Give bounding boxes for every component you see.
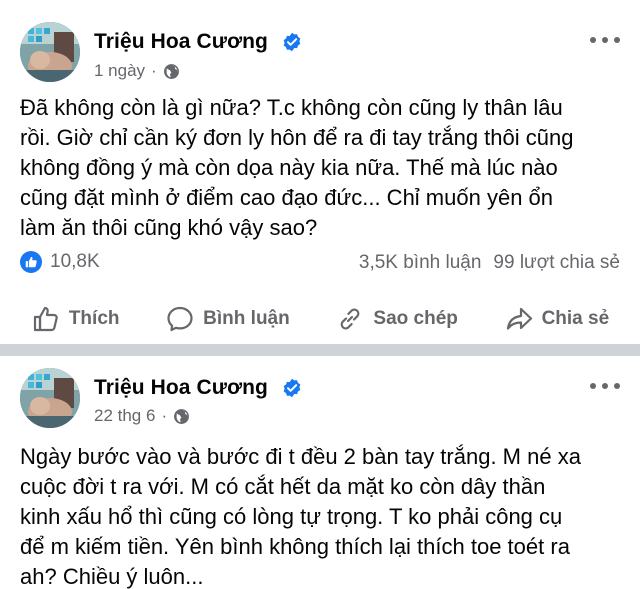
author-name[interactable]: Triệu Hoa Cương — [94, 30, 268, 54]
more-dot-icon — [614, 37, 620, 43]
post-time[interactable]: 1 ngày — [94, 61, 145, 81]
author-avatar[interactable] — [20, 22, 80, 82]
copy-link-button[interactable]: Sao chép — [335, 304, 458, 334]
post-text: Ngày bước vào và bước đi t đều 2 bàn tay… — [20, 444, 581, 589]
more-dot-icon — [590, 383, 596, 389]
post-text: Đã không còn là gì nữa? T.c không còn cũ… — [20, 95, 574, 240]
more-dot-icon — [602, 37, 608, 43]
author-avatar[interactable] — [20, 368, 80, 428]
more-dot-icon — [614, 383, 620, 389]
speech-bubble-icon — [167, 306, 193, 332]
share-label: Chia sẻ — [541, 308, 610, 329]
comment-count[interactable]: 3,5K bình luận — [359, 252, 482, 274]
post-meta: 1 ngày · — [94, 61, 180, 81]
thumbs-up-icon — [33, 306, 58, 332]
post-time[interactable]: 22 thg 6 — [94, 406, 155, 426]
verified-badge-icon — [283, 378, 301, 398]
like-reaction-icon — [20, 251, 42, 273]
copy-label: Sao chép — [373, 308, 458, 329]
more-dot-icon — [602, 383, 608, 389]
comment-label: Bình luận — [203, 308, 290, 329]
like-button[interactable]: Thích — [31, 304, 120, 334]
action-bar: Thích Bình luận Sao chép Chia sẻ — [0, 296, 640, 342]
share-arrow-icon — [506, 307, 532, 330]
link-icon — [341, 308, 360, 330]
post-card: Triệu Hoa Cương 22 thg 6 · Ngày bước vào… — [0, 356, 640, 589]
meta-separator: · — [161, 406, 168, 425]
post-stats: 3,5K bình luận 99 lượt chia sẻ — [359, 252, 620, 274]
verified-badge-icon — [283, 32, 301, 52]
reaction-count: 10,8K — [50, 251, 100, 272]
more-options-button[interactable] — [590, 381, 620, 391]
share-count[interactable]: 99 lượt chia sẻ — [493, 252, 620, 274]
globe-icon — [163, 63, 179, 79]
more-options-button[interactable] — [590, 35, 620, 45]
like-label: Thích — [68, 308, 120, 329]
more-dot-icon — [590, 37, 596, 43]
comment-button[interactable]: Bình luận — [165, 304, 290, 334]
author-name[interactable]: Triệu Hoa Cương — [94, 376, 268, 400]
post-card: Triệu Hoa Cương 1 ngày · Đã không còn là… — [0, 0, 640, 344]
post-separator — [0, 344, 640, 356]
reaction-summary[interactable]: 10,8K — [20, 251, 100, 273]
globe-icon — [174, 408, 190, 424]
share-button[interactable]: Chia sẻ — [504, 304, 610, 334]
post-meta: 22 thg 6 · — [94, 406, 190, 426]
meta-separator: · — [151, 61, 157, 80]
